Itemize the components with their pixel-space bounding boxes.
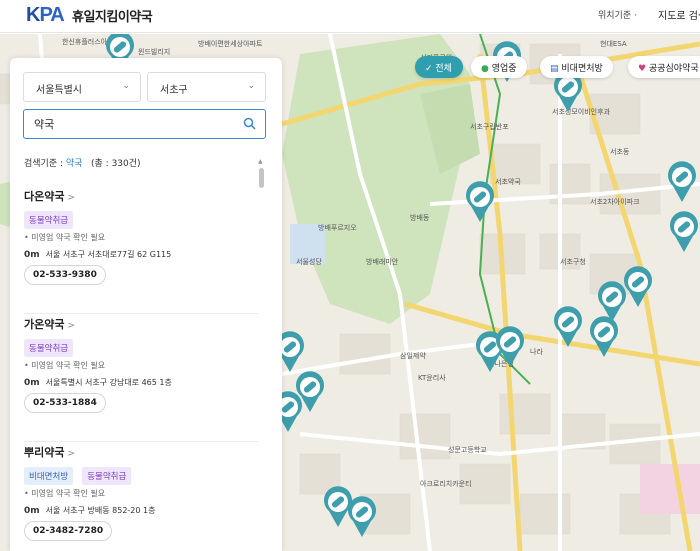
pharmacy-marker[interactable] [598, 281, 626, 322]
pharmacy-name[interactable]: 뿌리약국 > [24, 444, 75, 460]
location-pin-icon: ● [481, 64, 489, 74]
svg-text:서초구청: 서초구청 [560, 257, 586, 266]
filter-all-button[interactable]: ✓ 전체 [415, 56, 463, 78]
svg-text:방배푸르지오: 방배푸르지오 [318, 223, 357, 232]
chevron-right-icon: > [67, 193, 76, 203]
phone-button[interactable]: 02-3482-7280 [24, 521, 113, 541]
pharmacy-list: 다온약국 > 동물약취급 • 미영업 약국 확인 필요 0m 서울 서초구 서초대로… [24, 186, 258, 551]
search-panel: 서울특별시⌄ 서초구⌄ 검색기준 : 약국 (총 : 330건) ▲ 다온약국>… [10, 58, 282, 551]
check-icon: ✓ [425, 64, 436, 74]
pharmacy-name[interactable]: 가온약국 > [24, 316, 75, 332]
status-text: • 미영업 약국 확인 필요 [24, 233, 106, 242]
svg-text:삼일제약: 삼일제약 [400, 351, 426, 360]
badge-group: 동물약취급 [24, 336, 77, 357]
list-item[interactable]: 다온약국 > 동물약취급 • 미영업 약국 확인 필요 0m 서울 서초구 서초대로… [24, 186, 258, 314]
svg-text:윈드빌리지: 윈드빌리지 [138, 47, 170, 56]
search-box [23, 109, 266, 139]
pharmacy-marker[interactable] [466, 181, 495, 222]
app-header: KPA 휴일지킴이약국 위치기준 · 지도로 검색 [0, 0, 700, 33]
pharmacy-marker[interactable] [670, 211, 699, 252]
filter-public-night-button[interactable]: ♥ 공공심야약국 [628, 56, 700, 78]
scrollbar-thumb[interactable] [259, 168, 264, 188]
address-text: 0m 서울 서초구 서초대로77길 62 G115 [24, 250, 172, 260]
badge-group: 비대면처방 동물약취급 [24, 464, 135, 485]
status-text: • 미영업 약국 확인 필요 [24, 489, 106, 498]
document-icon: ▤ [550, 64, 559, 74]
status-text: • 미영업 약국 확인 필요 [24, 361, 106, 370]
svg-text:나라: 나라 [530, 347, 543, 356]
pharmacy-marker[interactable] [668, 161, 696, 202]
kpa-logo[interactable]: KPA [26, 4, 65, 27]
svg-text:방배래미안: 방배래미안 [366, 257, 399, 266]
svg-text:서울성당: 서울성당 [296, 257, 322, 266]
svg-text:KT윤리사: KT윤리사 [418, 373, 446, 382]
animal-medicine-badge: 동물약취급 [24, 339, 74, 357]
pharmacy-name[interactable]: 다온약국 > [24, 188, 75, 204]
svg-text:서초2차아이파크: 서초2차아이파크 [590, 197, 640, 206]
animal-medicine-badge: 동물약취급 [82, 467, 132, 485]
chevron-right-icon: > [67, 449, 76, 459]
svg-text:서초동: 서초동 [610, 147, 630, 156]
search-input[interactable] [34, 111, 234, 137]
heart-icon: ♥ [638, 64, 647, 74]
list-item[interactable]: 가온약국 > 동물약취급 • 미영업 약국 확인 필요 0m 서울특별시 서초구 강… [24, 314, 258, 442]
chevron-down-icon: ⌄ [122, 81, 130, 91]
svg-text:서초성모이비인후과: 서초성모이비인후과 [552, 107, 611, 116]
svg-text:방배동: 방배동 [410, 213, 430, 222]
location-basis-link[interactable]: 위치기준 · [598, 8, 637, 21]
list-item[interactable]: 뿌리약국 > 비대면처방 동물약취급 • 미영업 약국 확인 필요 0m 서울 서초… [24, 442, 258, 551]
filter-open-button[interactable]: ● 영업중 [471, 56, 527, 78]
city-select[interactable]: 서울특별시 ⌄ [23, 72, 141, 102]
phone-button[interactable]: 02-533-9380 [24, 265, 106, 285]
phone-button[interactable]: 02-533-1884 [24, 393, 106, 413]
pharmacy-marker[interactable] [324, 486, 353, 527]
contactless-badge: 비대면처방 [24, 467, 74, 485]
svg-text:서초약국: 서초약국 [495, 177, 521, 186]
svg-text:방배이편한세상아파트: 방배이편한세상아파트 [198, 39, 263, 48]
search-icon[interactable] [243, 117, 256, 130]
badge-group: 동물약취급 [24, 208, 77, 229]
chevron-right-icon: > [67, 321, 76, 331]
search-criteria: 검색기준 : 약국 (총 : 330건) [24, 159, 141, 169]
map-search-link[interactable]: 지도로 검색 [658, 7, 700, 22]
animal-medicine-badge: 동물약취급 [24, 211, 74, 229]
filter-contactless-button[interactable]: ▤ 비대면처방 [540, 56, 613, 78]
district-select[interactable]: 서초구 ⌄ [147, 72, 266, 102]
svg-text:현대ESA: 현대ESA [600, 40, 627, 48]
app-title: 휴일지킴이약국 [72, 10, 153, 25]
scroll-up-arrow[interactable]: ▲ [258, 158, 263, 165]
address-text: 0m 서울특별시 서초구 강남대로 465 1층 [24, 378, 172, 388]
svg-text:아크로리치카운티: 아크로리치카운티 [420, 479, 472, 488]
svg-text:서초구립반포: 서초구립반포 [470, 122, 509, 131]
svg-text:성문고등학교: 성문고등학교 [448, 445, 487, 454]
address-text: 0m 서울 서초구 방배동 852-20 1층 [24, 506, 156, 516]
chevron-down-icon: ⌄ [247, 81, 255, 91]
